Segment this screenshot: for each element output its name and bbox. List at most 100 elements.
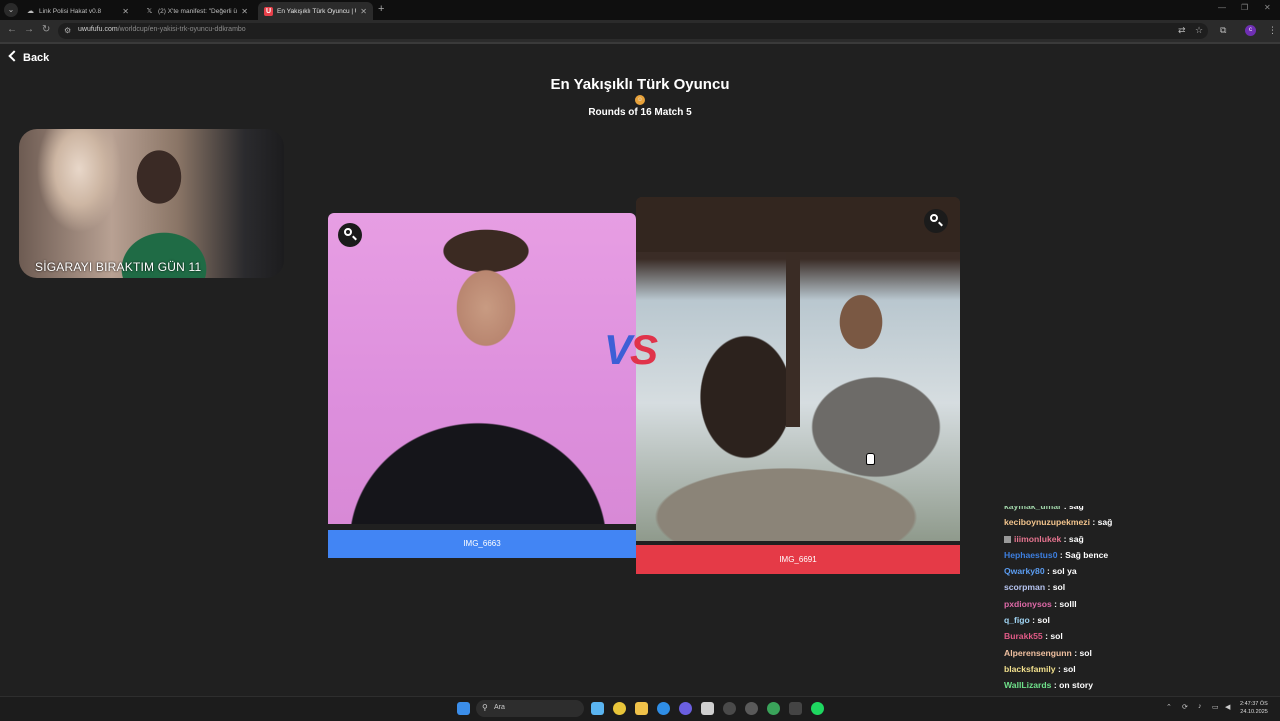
chat-message: Hephaestus0 : Sağ bence (1004, 549, 1109, 560)
profile-avatar[interactable]: c (1245, 25, 1256, 36)
emoji-icon: ☺ (635, 95, 645, 105)
chat-message: q_figo : sol (1004, 615, 1050, 626)
right-contestant-button[interactable]: IMG_6691 (636, 545, 960, 574)
uwufufu-favicon-icon: U (264, 6, 273, 16)
browser-tab-1[interactable]: ☁ Link Polisi Hakat v0.8 ✕ (20, 2, 135, 20)
app-icon[interactable] (701, 702, 714, 715)
tray-mic-icon[interactable]: ♪ (1198, 703, 1202, 710)
chat-text: sağ (1097, 517, 1113, 528)
tab-favicon-icon: ☁ (27, 7, 34, 15)
roof (636, 197, 960, 252)
chat-text: sol (1050, 631, 1063, 642)
chat-text: sol (1052, 582, 1066, 593)
volume-icon[interactable]: ◀ (1225, 703, 1230, 711)
chat-username: Burakk55 (1004, 631, 1043, 642)
menu-dots-icon[interactable]: ⋮ (1268, 25, 1277, 36)
left-zoom-button[interactable] (338, 223, 362, 247)
chat-text: sol (1063, 663, 1076, 674)
chat-username: Qwarky80 (1004, 566, 1045, 577)
chat-username: WallLizards (1004, 680, 1052, 691)
extensions-icon[interactable]: ⧉ (1220, 25, 1226, 36)
tray-chevron-icon[interactable]: ⌃ (1166, 703, 1172, 711)
chat-username: Hephaestus0 (1004, 549, 1058, 560)
tab-close-icon[interactable]: ✕ (241, 7, 248, 16)
chat-text: sol (1079, 647, 1092, 658)
chat-username: keciboynuzupekmezi (1004, 517, 1090, 528)
chat-message: Alperensengunn : sol (1004, 647, 1092, 658)
chat-text: sol ya (1052, 566, 1077, 577)
copilot-icon[interactable] (591, 702, 604, 715)
chat-text: solll (1059, 598, 1077, 609)
tab-search-button[interactable]: ⌄ (4, 3, 18, 17)
file-explorer-icon[interactable] (635, 702, 648, 715)
taskbar-search[interactable]: ⚲ Ara (476, 700, 584, 717)
page-title: En Yakışıklı Türk Oyuncu (550, 76, 730, 93)
chat-message: kaymak_umar : sağ (1004, 506, 1274, 514)
tab-title: Link Polisi Hakat v0.8 (39, 7, 102, 15)
window-close-icon[interactable]: ✕ (1264, 3, 1271, 12)
app-icon[interactable] (657, 702, 670, 715)
discord-icon[interactable] (679, 702, 692, 715)
reload-icon[interactable]: ↻ (42, 24, 50, 35)
chrome-icon[interactable] (613, 702, 626, 715)
windows-start-icon[interactable] (457, 702, 470, 715)
back-button[interactable]: Back (8, 50, 49, 64)
left-contestant-button[interactable]: IMG_6663 (328, 530, 636, 558)
chat-username: pxdionysos (1004, 598, 1052, 609)
chat-text: Sağ bence (1065, 549, 1109, 560)
right-zoom-button[interactable] (924, 209, 948, 233)
zoom-in-icon (344, 228, 352, 236)
spotify-icon[interactable] (811, 702, 824, 715)
zoom-in-icon (930, 214, 938, 222)
site-info-icon[interactable]: ⚙ (64, 26, 71, 35)
chat-text: sağ (1068, 533, 1084, 544)
chat-message: WallLizards : on story (1004, 680, 1093, 691)
url-text: uwufufu.com/worldcup/en-yakisi-trk-oyunc… (78, 26, 246, 33)
address-bar[interactable]: ⚙ uwufufu.com/worldcup/en-yakisi-trk-oyu… (58, 23, 1208, 39)
chat-text: sol (1037, 615, 1050, 626)
chat-message: iiimonlukek : sağ (1004, 531, 1274, 547)
app-icon[interactable] (723, 702, 736, 715)
browser-tab-2[interactable]: 𝕏 (2) X'te manifest: "Değerli üye ✕ (139, 2, 254, 20)
streamer-webcam: SİGARAYI BIRAKTIM GÜN 11 (19, 129, 284, 278)
browser-tab-3[interactable]: U En Yakışıklı Türk Oyuncu | UwU ✕ (258, 2, 373, 20)
windows-taskbar: ⚲ Ara ⌃ ⟳ ♪ ▭ ◀ 2:47:37 ÖS 24.10.2025 (0, 696, 1280, 721)
tray-sync-icon[interactable]: ⟳ (1182, 703, 1188, 711)
stream-chat: kaymak_umar : sağ keciboynuzupekmezi : sa… (1004, 506, 1274, 716)
chevron-left-icon (8, 50, 20, 62)
chat-message: Qwarky80 : sol ya (1004, 566, 1077, 577)
tab-title: (2) X'te manifest: "Değerli üye (158, 7, 238, 15)
chat-text: sağ (1068, 506, 1084, 511)
browser-tab-bar: ⌄ ☁ Link Polisi Hakat v0.8 ✕ 𝕏 (2) X'te … (0, 0, 1280, 20)
translate-icon[interactable]: ⇄ (1178, 25, 1186, 36)
new-tab-icon[interactable]: + (378, 3, 384, 15)
clock-time: 2:47:37 ÖS (1240, 701, 1268, 707)
back-arrow-icon[interactable]: ← (7, 24, 17, 35)
tab-close-icon[interactable]: ✕ (360, 7, 367, 16)
chat-message: keciboynuzupekmezi : sağ (1004, 517, 1113, 528)
network-icon[interactable]: ▭ (1212, 703, 1219, 711)
clock-date: 24.10.2025 (1240, 709, 1268, 715)
browser-toolbar: ← → ↻ ⚙ uwufufu.com/worldcup/en-yakisi-t… (0, 20, 1280, 42)
chat-username: scorpman (1004, 582, 1046, 593)
obs-icon[interactable] (745, 702, 758, 715)
taskbar-clock[interactable]: 2:47:37 ÖS 24.10.2025 (1240, 700, 1268, 716)
app-icon[interactable] (767, 702, 780, 715)
left-contestant-image[interactable] (328, 213, 636, 524)
minimize-icon[interactable]: — (1218, 3, 1226, 12)
chat-username: kaymak_umar (1004, 506, 1062, 511)
webcam-caption: SİGARAYI BIRAKTIM GÜN 11 (35, 260, 202, 274)
search-placeholder: Ara (494, 704, 505, 711)
restore-icon[interactable]: ❐ (1241, 3, 1248, 12)
chat-text: on story (1059, 680, 1093, 691)
chat-message: Burakk55 : sol (1004, 631, 1063, 642)
toolbar-divider (0, 42, 1280, 44)
forward-arrow-icon[interactable]: → (24, 24, 34, 35)
chat-message: scorpman : sol (1004, 582, 1066, 593)
right-contestant-image[interactable] (636, 197, 960, 541)
versus-label: VS (604, 326, 658, 373)
tab-close-icon[interactable]: ✕ (122, 7, 129, 16)
chat-username: iiimonlukek (1014, 533, 1062, 544)
bookmark-star-icon[interactable]: ☆ (1195, 25, 1203, 36)
app-icon[interactable] (789, 702, 802, 715)
